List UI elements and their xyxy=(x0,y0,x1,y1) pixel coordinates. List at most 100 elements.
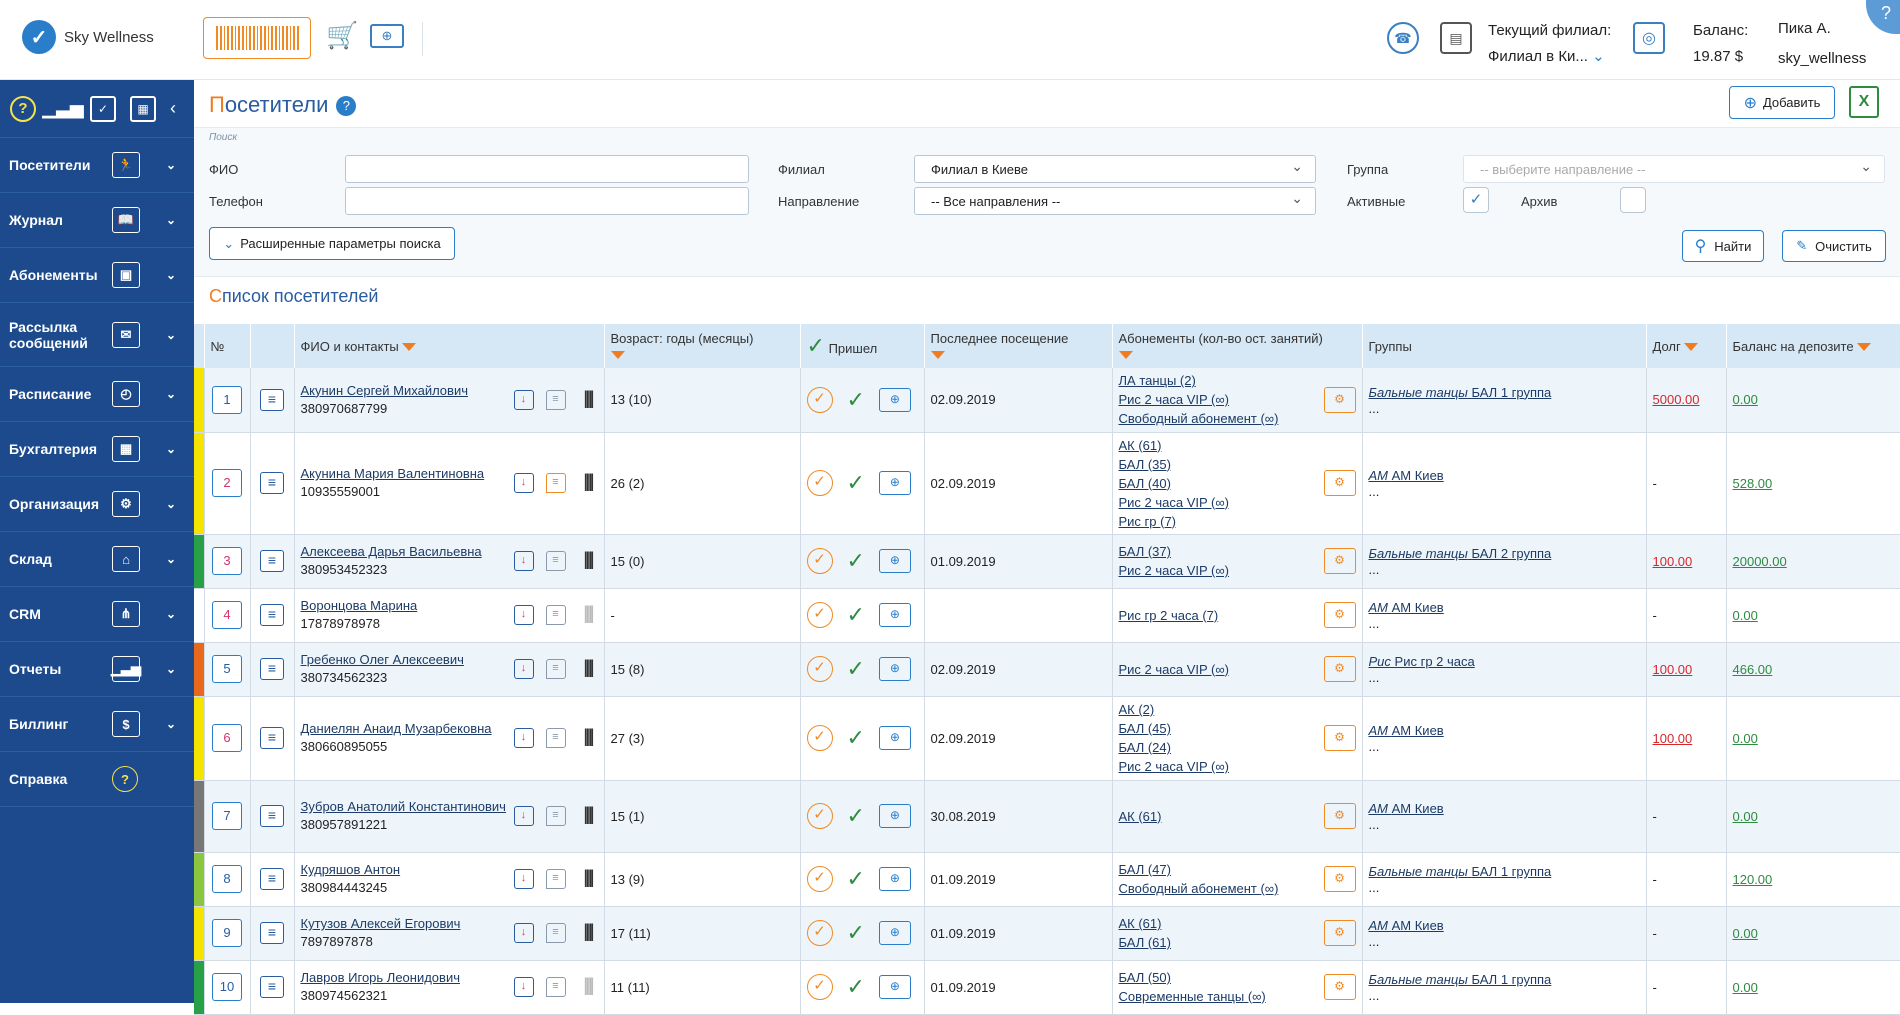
group-link[interactable]: АМ АМ Киев xyxy=(1369,801,1444,816)
add-card-icon[interactable]: ⊕ xyxy=(878,726,911,750)
barcode-icon[interactable]: ||||| xyxy=(578,727,598,748)
add-card-icon[interactable]: ⊕ xyxy=(878,867,911,891)
safe-icon[interactable]: ◎ xyxy=(1633,22,1665,54)
add-card-icon[interactable]: ⊕ xyxy=(878,549,911,573)
sidebar-item-9[interactable]: Отчеты ▁▃▅ ⌄ xyxy=(0,642,194,697)
archive-checkbox[interactable] xyxy=(1620,187,1646,213)
mark-visit-icon[interactable]: ✓ xyxy=(806,803,833,829)
subscription-link[interactable]: БАЛ (47) xyxy=(1119,860,1279,879)
menu-icon[interactable]: ≡ xyxy=(260,976,284,998)
row-number-button[interactable]: 7 xyxy=(212,802,242,830)
terminal-icon[interactable]: ▤ xyxy=(1440,22,1472,54)
barcode-scan-button[interactable] xyxy=(203,17,311,59)
page-help-icon[interactable]: ? xyxy=(336,96,357,117)
balance-value[interactable]: 0.00 xyxy=(1733,980,1758,995)
subscription-link[interactable]: АК (61) xyxy=(1119,914,1171,933)
visitor-name-link[interactable]: Гребенко Олег Алексеевич xyxy=(301,651,464,669)
chat-icon[interactable]: ≡ xyxy=(545,923,566,943)
balance-value[interactable]: 0.00 xyxy=(1733,608,1758,623)
group-link[interactable]: Бальные танцы БАЛ 1 группа xyxy=(1369,385,1552,400)
barcode-icon[interactable]: ||||| xyxy=(578,976,598,997)
subscription-card-icon[interactable]: ⚙ xyxy=(1323,803,1356,829)
col-subscriptions[interactable]: Абонементы (кол-во ост. занятий) xyxy=(1112,324,1363,368)
row-number-button[interactable]: 4 xyxy=(212,601,242,629)
barcode-icon[interactable]: ||||| xyxy=(578,550,598,571)
chat-icon[interactable]: ≡ xyxy=(545,473,566,493)
row-number-button[interactable]: 1 xyxy=(212,385,242,414)
group-link[interactable]: Бальные танцы БАЛ 2 группа xyxy=(1369,546,1552,561)
subscription-card-icon[interactable]: ⚙ xyxy=(1323,866,1356,892)
download-icon[interactable]: ↓ xyxy=(513,923,534,943)
barcode-icon[interactable]: ||||| xyxy=(578,604,598,625)
subscription-card-icon[interactable]: ⚙ xyxy=(1323,386,1356,413)
branch-select[interactable]: Филиал в Киеве xyxy=(914,155,1316,183)
visitor-name-link[interactable]: Воронцова Марина xyxy=(301,597,418,615)
download-icon[interactable]: ↓ xyxy=(513,551,534,571)
download-icon[interactable]: ↓ xyxy=(513,728,534,748)
balance-value[interactable]: 466.00 xyxy=(1733,662,1773,677)
subscription-link[interactable]: АК (61) xyxy=(1119,436,1230,455)
active-checkbox[interactable]: ✓ xyxy=(1463,187,1489,213)
tasks-icon[interactable]: ✓ xyxy=(90,95,116,122)
download-icon[interactable]: ↓ xyxy=(513,605,534,625)
subscription-link[interactable]: Рис 2 часа VIP (∞) xyxy=(1119,660,1230,679)
row-number-button[interactable]: 10 xyxy=(212,973,242,1001)
subscription-link[interactable]: Современные танцы (∞) xyxy=(1119,987,1266,1006)
visitor-name-link[interactable]: Кутузов Алексей Егорович xyxy=(301,915,461,933)
subscription-link[interactable]: БАЛ (50) xyxy=(1119,968,1266,987)
visitor-name-link[interactable]: Алексеева Дарья Васильевна xyxy=(301,543,482,561)
mark-visit-icon[interactable]: ✓ xyxy=(806,725,833,751)
subscription-link[interactable]: АК (2) xyxy=(1119,700,1230,719)
debt-value[interactable]: 100.00 xyxy=(1653,731,1693,746)
clear-button[interactable]: ✎ Очистить xyxy=(1782,230,1886,262)
download-icon[interactable]: ↓ xyxy=(513,389,534,410)
chat-icon[interactable]: ≡ xyxy=(545,551,566,571)
menu-icon[interactable]: ≡ xyxy=(260,472,284,494)
sidebar-item-3[interactable]: Рассылка сообщений ✉ ⌄ xyxy=(0,303,194,367)
mark-visit-icon[interactable]: ✓ xyxy=(806,470,833,496)
menu-icon[interactable]: ≡ xyxy=(260,550,284,572)
help-corner-button[interactable]: ? xyxy=(1866,0,1900,34)
balance-value[interactable]: 0.00 xyxy=(1733,809,1758,824)
subscription-link[interactable]: Рис гр (7) xyxy=(1119,512,1230,531)
debt-value[interactable]: 100.00 xyxy=(1653,554,1693,569)
subscription-link[interactable]: ЛА танцы (2) xyxy=(1119,371,1279,390)
menu-icon[interactable]: ≡ xyxy=(260,868,284,890)
sidebar-item-6[interactable]: Организация ⚙ ⌄ xyxy=(0,477,194,532)
mark-visit-icon[interactable]: ✓ xyxy=(806,602,833,628)
menu-icon[interactable]: ≡ xyxy=(260,388,284,411)
group-link[interactable]: АМ АМ Киев xyxy=(1369,468,1444,483)
user-menu[interactable]: Пика А. sky_wellness xyxy=(1778,14,1866,74)
subscription-link[interactable]: Рис гр 2 часа (7) xyxy=(1119,606,1219,625)
support-icon[interactable]: ☎ xyxy=(1387,22,1419,54)
col-last-visit[interactable]: Последнее посещение xyxy=(924,324,1113,368)
subscription-link[interactable]: Рис 2 часа VIP (∞) xyxy=(1119,757,1230,776)
sidebar-item-2[interactable]: Абонементы ▣ ⌄ xyxy=(0,248,194,303)
row-number-button[interactable]: 9 xyxy=(212,919,242,947)
menu-icon[interactable]: ≡ xyxy=(260,604,284,626)
balance-value[interactable]: 20000.00 xyxy=(1733,554,1787,569)
col-debt[interactable]: Долг xyxy=(1646,324,1727,368)
chat-icon[interactable]: ≡ xyxy=(545,869,566,889)
subscription-card-icon[interactable]: ⚙ xyxy=(1323,656,1356,682)
balance-value[interactable]: 0.00 xyxy=(1733,926,1758,941)
chat-icon[interactable]: ≡ xyxy=(545,389,566,410)
direction-select[interactable]: -- Все направления -- xyxy=(914,187,1316,215)
download-icon[interactable]: ↓ xyxy=(513,977,534,997)
mark-visit-icon[interactable]: ✓ xyxy=(806,866,833,892)
subscription-link[interactable]: БАЛ (40) xyxy=(1119,474,1230,493)
row-number-button[interactable]: 2 xyxy=(212,469,242,497)
col-age[interactable]: Возраст: годы (месяцы) xyxy=(604,324,801,368)
group-link[interactable]: Рис Рис гр 2 часа xyxy=(1369,654,1475,669)
add-card-icon[interactable]: ⊕ xyxy=(878,387,911,412)
group-link[interactable]: Бальные танцы БАЛ 1 группа xyxy=(1369,864,1552,879)
add-card-icon[interactable]: ⊕ xyxy=(878,603,911,627)
row-number-button[interactable]: 6 xyxy=(212,724,242,752)
phone-input[interactable] xyxy=(345,187,749,215)
visitor-name-link[interactable]: Акунин Сергей Михайлович xyxy=(301,382,468,400)
row-number-button[interactable]: 3 xyxy=(212,547,242,575)
subscription-link[interactable]: Рис 2 часа VIP (∞) xyxy=(1119,561,1230,580)
mark-visit-icon[interactable]: ✓ xyxy=(806,386,833,413)
chat-icon[interactable]: ≡ xyxy=(545,806,566,826)
debt-value[interactable]: 100.00 xyxy=(1653,662,1693,677)
